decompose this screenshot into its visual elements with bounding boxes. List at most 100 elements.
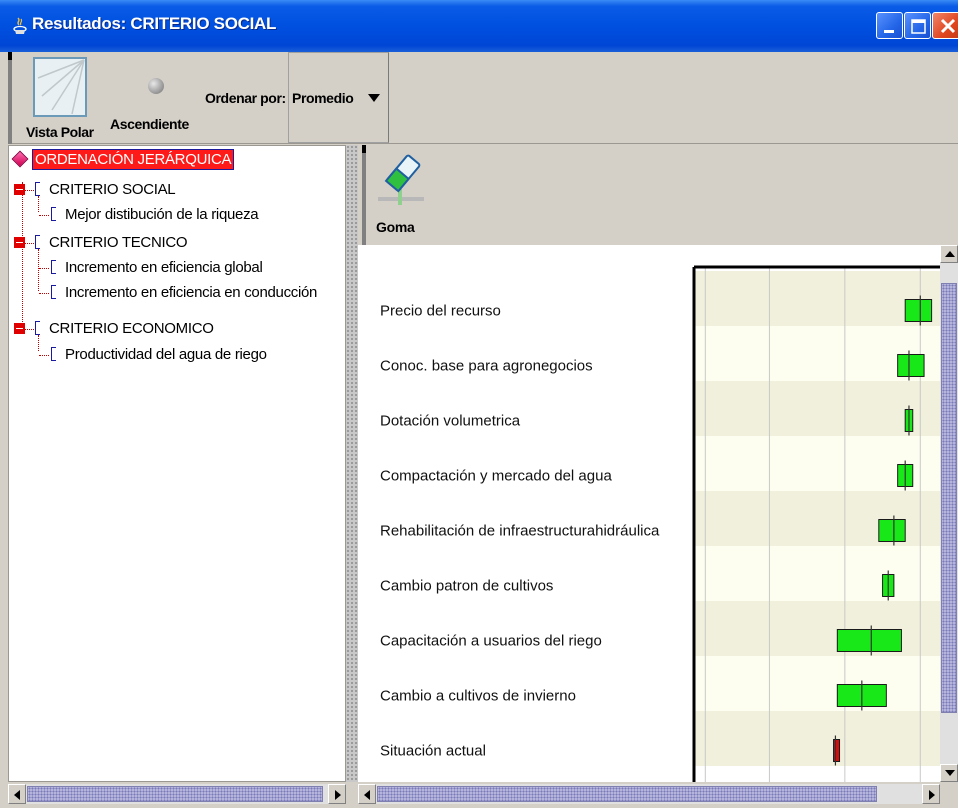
- scroll-right-button[interactable]: [922, 784, 940, 804]
- ranking-chart: Precio del recurso Conoc. base para agron…: [358, 245, 940, 782]
- chart-score-box: [897, 354, 925, 377]
- java-app-icon: [13, 17, 27, 34]
- criterion-bracket-icon: [35, 235, 40, 249]
- eraser-button[interactable]: Goma: [370, 145, 440, 245]
- collapse-icon[interactable]: [14, 323, 25, 334]
- tree-node-label: CRITERIO ECONOMICO: [49, 320, 214, 337]
- arrow-down-icon: [945, 770, 955, 776]
- chart-category-label: Dotación volumetrica: [380, 413, 521, 430]
- toolbar: Vista Polar Ascendiente Ordenar por: Pro…: [8, 52, 958, 144]
- tree-connector: [39, 215, 49, 216]
- arrow-up-icon: [945, 251, 955, 257]
- chart-category-label: Cambio patron de cultivos: [380, 578, 553, 595]
- criterion-bracket-icon: [51, 347, 56, 361]
- tree-node-label: CRITERIO TECNICO: [49, 234, 188, 251]
- chart-score-box: [836, 629, 902, 652]
- chart-row-band: [694, 271, 940, 326]
- maximize-icon: [911, 19, 926, 34]
- sort-dropdown-value: Promedio: [292, 90, 354, 106]
- tree-leaf-label: Incremento en eficiencia en conducción: [65, 284, 318, 301]
- chevron-down-icon[interactable]: [368, 94, 380, 102]
- chart-row-band: [694, 381, 940, 436]
- polar-view-button[interactable]: Vista Polar: [16, 52, 106, 142]
- chart-category-label: Precio del recurso: [380, 303, 501, 320]
- toolbar-grip[interactable]: [362, 145, 366, 245]
- hierarchy-tree: ORDENACIÓN JERÁRQUICA CRITERIO SOCIAL Me…: [8, 145, 346, 782]
- arrow-left-icon: [14, 790, 20, 800]
- diamond-node-icon: [11, 150, 29, 168]
- results-window: Resultados: CRITERIO SOCIAL Vista Polar: [0, 0, 958, 808]
- criterion-bracket-icon: [51, 285, 56, 299]
- tree-root-node[interactable]: ORDENACIÓN JERÁRQUICA: [11, 148, 341, 170]
- tree-leaf[interactable]: Productividad del agua de riego: [11, 344, 341, 366]
- tree-connector: [25, 190, 34, 191]
- tree-connector: [39, 293, 49, 294]
- maximize-button[interactable]: [904, 12, 931, 39]
- tree-node-criterio-economico[interactable]: CRITERIO ECONOMICO: [11, 318, 341, 340]
- chart-category-label: Rehabilitación de infraestructurahidrául…: [380, 523, 660, 540]
- scroll-right-button[interactable]: [328, 784, 346, 804]
- split-pane-divider[interactable]: [346, 145, 358, 782]
- scroll-left-button[interactable]: [8, 784, 26, 804]
- tree-connector: [25, 329, 34, 330]
- chart-category-label: Conoc. base para agronegocios: [380, 358, 593, 375]
- collapse-icon[interactable]: [14, 237, 25, 248]
- tree-connector: [39, 355, 49, 356]
- horizontal-scroll-thumb[interactable]: [377, 786, 877, 802]
- chart-category-label: Cambio a cultivos de invierno: [380, 688, 576, 705]
- chart-score-box: [878, 519, 906, 542]
- eraser-label: Goma: [376, 219, 415, 235]
- vertical-scrollbar[interactable]: [940, 245, 958, 782]
- tree-leaf-label: Incremento en eficiencia global: [65, 259, 263, 276]
- tree-horizontal-scrollbar[interactable]: [8, 784, 346, 804]
- tree-root-label: ORDENACIÓN JERÁRQUICA: [32, 149, 235, 170]
- chart-score-box: [833, 739, 841, 762]
- collapse-icon[interactable]: [14, 184, 25, 195]
- scroll-up-button[interactable]: [940, 245, 958, 263]
- tree-node-criterio-social[interactable]: CRITERIO SOCIAL: [11, 179, 341, 201]
- tree-node-label: CRITERIO SOCIAL: [49, 181, 176, 198]
- chart-toolbar: Goma: [358, 145, 958, 245]
- horizontal-scroll-thumb[interactable]: [27, 786, 323, 802]
- criterion-bracket-icon: [51, 260, 56, 274]
- ascending-toggle[interactable]: Ascendiente: [108, 74, 198, 142]
- chart-row-band: [694, 656, 940, 711]
- tree-leaf[interactable]: Incremento en eficiencia global: [11, 257, 341, 279]
- minimize-icon: [884, 30, 894, 33]
- window-title: Resultados: CRITERIO SOCIAL: [32, 14, 277, 33]
- chart-horizontal-scrollbar[interactable]: [358, 784, 940, 804]
- arrow-left-icon: [364, 790, 370, 800]
- tree-connector: [39, 268, 49, 269]
- chart-row-band: [694, 546, 940, 601]
- minimize-button[interactable]: [876, 12, 903, 39]
- arrow-right-icon: [929, 790, 935, 800]
- scroll-left-button[interactable]: [358, 784, 376, 804]
- chart-score-box: [904, 299, 933, 322]
- tree-node-criterio-tecnico[interactable]: CRITERIO TECNICO: [11, 232, 341, 254]
- chart-category-label: Compactación y mercado del agua: [380, 468, 612, 485]
- tree-leaf[interactable]: Incremento en eficiencia en conducción: [11, 282, 345, 304]
- criterion-bracket-icon: [35, 182, 40, 196]
- chart-row-band: [694, 601, 940, 656]
- chart-svg: Precio del recurso Conoc. base para agron…: [380, 265, 940, 782]
- title-bar[interactable]: Resultados: CRITERIO SOCIAL: [0, 0, 958, 52]
- tree-leaf[interactable]: Mejor distibución de la riqueza: [11, 204, 341, 226]
- criterion-bracket-icon: [35, 321, 40, 335]
- polar-view-label: Vista Polar: [26, 124, 94, 140]
- radio-indicator-icon[interactable]: [148, 78, 164, 94]
- scroll-corner: [940, 784, 958, 808]
- scroll-down-button[interactable]: [940, 764, 958, 782]
- tree-connector: [25, 243, 34, 244]
- criterion-bracket-icon: [51, 207, 56, 221]
- arrow-right-icon: [335, 790, 341, 800]
- close-button[interactable]: [932, 12, 958, 39]
- toolbar-grip[interactable]: [8, 52, 12, 144]
- sort-by-label: Ordenar por:: [205, 90, 286, 106]
- close-icon: [940, 18, 956, 34]
- eraser-icon: [378, 154, 424, 205]
- sort-dropdown[interactable]: Promedio: [288, 52, 389, 143]
- vertical-scroll-thumb[interactable]: [941, 283, 957, 713]
- chart-category-label: Capacitación a usuarios del riego: [380, 633, 602, 650]
- tree-leaf-label: Productividad del agua de riego: [65, 346, 267, 363]
- chart-row-band: [694, 711, 940, 766]
